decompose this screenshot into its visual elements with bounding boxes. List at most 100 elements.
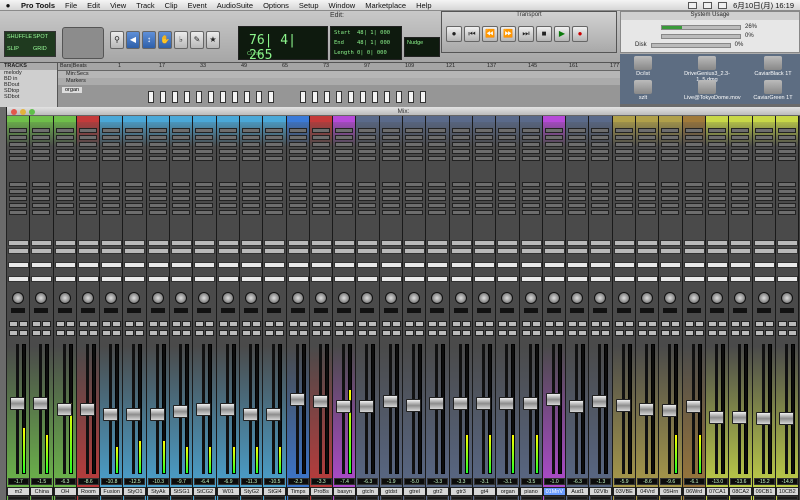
insert-slot[interactable] xyxy=(218,142,237,147)
send-slot[interactable] xyxy=(544,182,563,187)
send-slot[interactable] xyxy=(125,210,144,215)
track-name[interactable]: Fusion xyxy=(100,487,123,496)
automation-mode[interactable] xyxy=(660,262,682,268)
output-selector[interactable] xyxy=(567,248,589,254)
insert-slot[interactable] xyxy=(777,142,796,147)
io-selector[interactable] xyxy=(590,240,612,246)
volume-value[interactable]: -14.8 xyxy=(776,478,798,485)
volume-value[interactable]: -6.4 xyxy=(194,478,216,485)
insert-slot[interactable] xyxy=(614,142,633,147)
volume-fader[interactable] xyxy=(732,410,748,424)
send-slot[interactable] xyxy=(335,210,354,215)
track-name[interactable]: gtr2 xyxy=(426,487,449,496)
insert-slot[interactable] xyxy=(661,156,680,161)
mute-button[interactable] xyxy=(228,321,238,327)
insert-slot[interactable] xyxy=(148,128,167,133)
io-selector[interactable] xyxy=(264,240,286,246)
insert-slot[interactable] xyxy=(405,135,424,140)
return-to-zero-button[interactable]: ⏮ xyxy=(464,26,480,42)
track-name[interactable]: China xyxy=(30,487,53,496)
insert-slot[interactable] xyxy=(125,156,144,161)
insert-slot[interactable] xyxy=(288,142,307,147)
output-selector[interactable] xyxy=(264,248,286,254)
mute-button[interactable] xyxy=(65,321,75,327)
insert-slot[interactable] xyxy=(405,156,424,161)
insert-slot[interactable] xyxy=(451,149,470,154)
record-enable-button[interactable] xyxy=(335,330,345,336)
mute-button[interactable] xyxy=(298,321,308,327)
trim-tool-icon[interactable]: ◀ xyxy=(126,31,140,49)
io-selector[interactable] xyxy=(101,240,123,246)
output-selector[interactable] xyxy=(683,248,705,254)
insert-slot[interactable] xyxy=(218,149,237,154)
output-selector[interactable] xyxy=(497,248,519,254)
volume-fader[interactable] xyxy=(662,403,678,417)
volume-value[interactable]: -7.4 xyxy=(334,478,356,485)
send-slot[interactable] xyxy=(474,182,493,187)
record-enable-button[interactable] xyxy=(638,330,648,336)
send-slot[interactable] xyxy=(9,203,27,208)
send-slot[interactable] xyxy=(335,189,354,194)
send-slot[interactable] xyxy=(78,210,97,215)
insert-slot[interactable] xyxy=(731,128,750,133)
clip-block[interactable] xyxy=(208,91,214,103)
track-name[interactable]: StyAk xyxy=(146,487,170,496)
send-slot[interactable] xyxy=(405,210,424,215)
insert-slot[interactable] xyxy=(381,149,400,154)
input-monitor-button[interactable] xyxy=(112,330,122,336)
send-slot[interactable] xyxy=(474,210,493,215)
mute-button[interactable] xyxy=(484,321,494,327)
group-selector[interactable] xyxy=(660,276,682,282)
group-selector[interactable] xyxy=(8,276,29,282)
record-enable-button[interactable] xyxy=(125,330,135,336)
send-slot[interactable] xyxy=(451,210,470,215)
volume-fader[interactable] xyxy=(103,408,119,422)
track-name[interactable]: gt4 xyxy=(472,487,496,496)
record-enable-button[interactable] xyxy=(568,330,578,336)
track-name[interactable]: 10CB2 xyxy=(775,487,799,496)
volume-fader[interactable] xyxy=(592,395,608,409)
mute-button[interactable] xyxy=(764,321,774,327)
volume-value[interactable]: -6.9 xyxy=(217,478,239,485)
insert-slot[interactable] xyxy=(614,135,633,140)
record-enable-button[interactable] xyxy=(288,330,298,336)
insert-slot[interactable] xyxy=(241,149,260,154)
pan-knob[interactable] xyxy=(734,292,747,304)
volume-value[interactable]: -1.5 xyxy=(31,478,53,485)
record-enable-button[interactable] xyxy=(707,330,717,336)
send-slot[interactable] xyxy=(568,182,587,187)
mute-button[interactable] xyxy=(578,321,588,327)
solo-button[interactable] xyxy=(335,321,345,327)
output-selector[interactable] xyxy=(427,248,449,254)
menu-help[interactable]: Help xyxy=(411,1,436,10)
insert-slot[interactable] xyxy=(754,128,773,133)
minimize-icon[interactable] xyxy=(20,108,26,115)
send-slot[interactable] xyxy=(544,189,563,194)
desktop-icon-6[interactable]: CaviarGreen 1T xyxy=(750,80,796,101)
group-selector[interactable] xyxy=(776,276,798,282)
menu-app-name[interactable]: Pro Tools xyxy=(16,1,60,10)
io-selector[interactable] xyxy=(357,240,379,246)
send-slot[interactable] xyxy=(661,203,680,208)
record-enable-button[interactable] xyxy=(218,330,228,336)
insert-slot[interactable] xyxy=(358,128,377,133)
selection-display[interactable]: Start 48| 1| 000 End 48| 1| 000 Length 0… xyxy=(330,26,402,60)
insert-slot[interactable] xyxy=(754,135,773,140)
send-slot[interactable] xyxy=(754,210,773,215)
insert-slot[interactable] xyxy=(638,135,657,140)
volume-fader[interactable] xyxy=(173,404,189,418)
mute-button[interactable] xyxy=(368,321,378,327)
insert-slot[interactable] xyxy=(32,149,51,154)
insert-slot[interactable] xyxy=(9,149,27,154)
volume-fader[interactable] xyxy=(452,396,468,410)
pan-knob[interactable] xyxy=(594,292,607,304)
send-slot[interactable] xyxy=(55,196,74,201)
send-slot[interactable] xyxy=(172,196,191,201)
input-monitor-button[interactable] xyxy=(345,330,355,336)
send-slot[interactable] xyxy=(707,196,726,201)
insert-slot[interactable] xyxy=(428,156,447,161)
volume-value[interactable]: -15.2 xyxy=(753,478,775,485)
sel-start-value[interactable]: 48| 1| 000 xyxy=(357,30,390,36)
group-selector[interactable] xyxy=(240,276,262,282)
volume-fader[interactable] xyxy=(242,408,258,422)
